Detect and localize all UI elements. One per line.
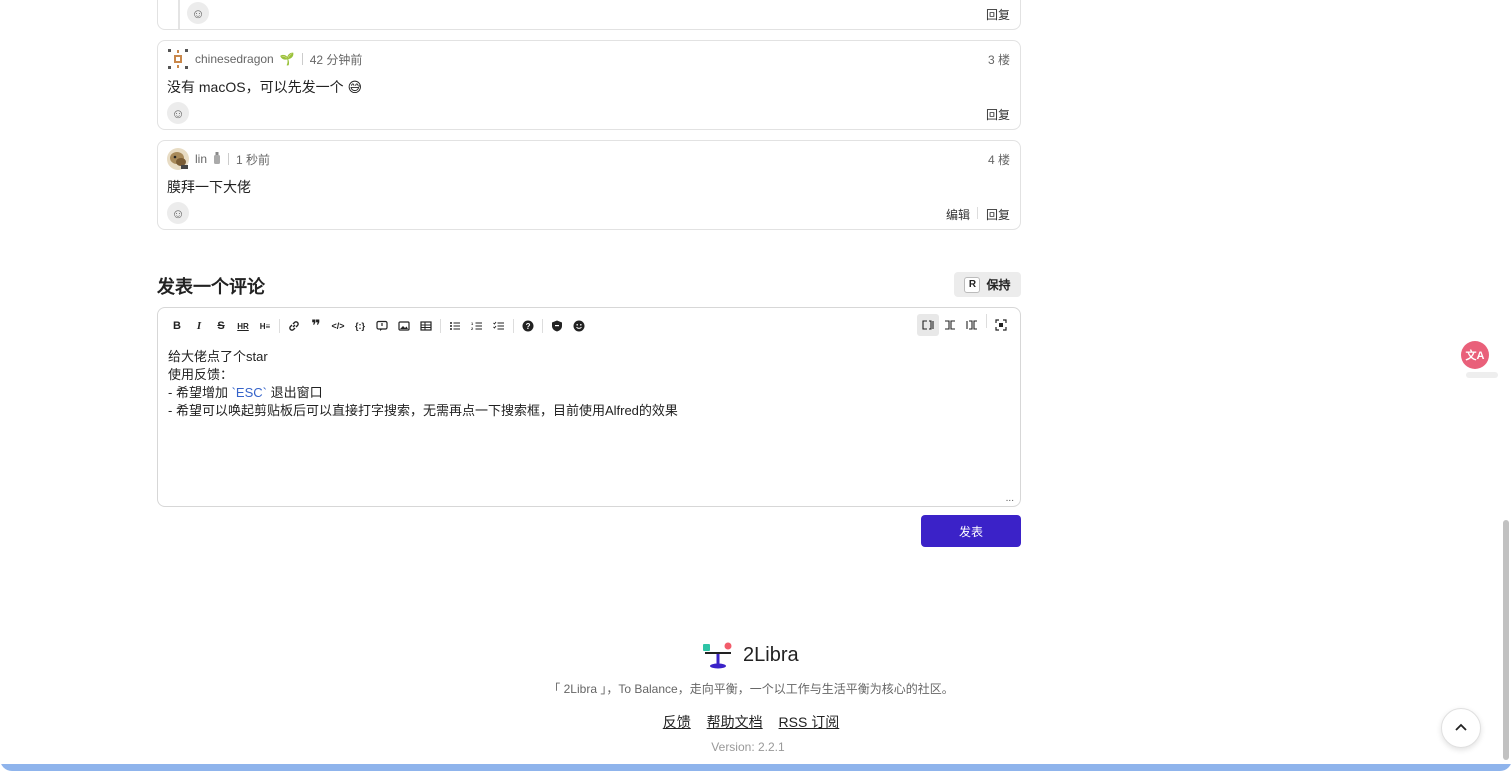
comment-text: 膜拜一下大佬 xyxy=(167,179,251,195)
comment-text: 没有 macOS，可以先发一个 😅 xyxy=(167,79,363,95)
editor-line: 给大佬点了个star xyxy=(168,349,268,364)
help-icon[interactable]: ? xyxy=(517,315,539,337)
comment-time: 1 秒前 xyxy=(236,152,271,167)
quote-icon[interactable]: ❞ xyxy=(305,315,327,337)
quote-bar xyxy=(178,0,180,29)
version-text: Version: 2.2.1 xyxy=(711,740,785,754)
hr-icon[interactable]: HR xyxy=(232,315,254,337)
svg-text:2: 2 xyxy=(471,326,474,331)
comment-header: lin 1 秒前 xyxy=(167,148,270,170)
toolbar-divider xyxy=(279,319,280,333)
comment-editor[interactable]: B I S HR H≡ ❞ </> {:} 1 2 ? 给大佬点了个star 使… xyxy=(157,307,1021,507)
shortcut-key: R xyxy=(964,276,981,293)
emoji-reaction-button[interactable]: ☺ xyxy=(187,2,209,24)
toolbar-divider xyxy=(542,319,543,333)
toolbar-divider xyxy=(440,319,441,333)
comment-icon[interactable] xyxy=(371,315,393,337)
bottle-icon xyxy=(213,151,221,167)
fullscreen-icon[interactable] xyxy=(990,314,1012,336)
footer-tagline: 「 2Libra 」，To Balance，走向平衡，一个以工作与生活平衡为核心… xyxy=(548,682,954,696)
preview-mode-icon[interactable] xyxy=(961,314,983,336)
seedling-icon: 🌱 xyxy=(279,52,295,66)
composer-title: 发表一个评论 xyxy=(157,277,265,297)
divider xyxy=(228,153,230,165)
image-icon[interactable] xyxy=(393,315,415,337)
comment-card-4: lin 1 秒前 4 楼 膜拜一下大佬 ☺ 编辑 回复 xyxy=(157,140,1021,230)
scrollbar[interactable] xyxy=(1503,520,1509,760)
editor-toolbar: B I S HR H≡ ❞ </> {:} 1 2 ? xyxy=(166,314,1012,338)
translate-tab[interactable] xyxy=(1466,372,1498,378)
footer-links: 反馈 帮助文档 RSS 订阅 xyxy=(0,712,1502,732)
divider xyxy=(977,207,978,219)
feedback-link[interactable]: 反馈 xyxy=(663,714,691,730)
translate-icon[interactable]: 文A xyxy=(1461,341,1489,369)
footer-logo[interactable]: 2Libra xyxy=(703,641,799,669)
bold-icon[interactable]: B xyxy=(166,315,188,337)
ordered-list-icon[interactable]: 12 xyxy=(466,315,488,337)
editor-mode-group xyxy=(917,314,1012,336)
emoji-icon[interactable] xyxy=(568,315,590,337)
comment-card-partial: ☺ 回复 xyxy=(157,0,1021,30)
emoji-reaction-button[interactable]: ☺ xyxy=(167,202,189,224)
site-name: 2Libra xyxy=(743,643,799,666)
inline-code-icon[interactable]: </> xyxy=(327,315,349,337)
logo-icon xyxy=(703,642,732,669)
editor-content[interactable]: 给大佬点了个star 使用反馈： - 希望增加 `ESC` 退出窗口 - 希望可以唤起… xyxy=(168,348,678,420)
editor-line: 使用反馈： xyxy=(168,367,234,382)
comment-header: chinesedragon 🌱 42 分钟前 xyxy=(167,48,362,70)
reply-button[interactable]: 回复 xyxy=(986,106,1010,123)
svg-text:?: ? xyxy=(526,322,531,331)
toolbar-divider xyxy=(986,314,987,328)
username[interactable]: chinesedragon xyxy=(195,52,274,66)
link-icon[interactable] xyxy=(283,315,305,337)
inline-code: `ESC` xyxy=(231,385,267,400)
avatar[interactable] xyxy=(167,148,189,170)
comment-card-3: chinesedragon 🌱 42 分钟前 3 楼 没有 macOS，可以先发… xyxy=(157,40,1021,130)
table-icon[interactable] xyxy=(415,315,437,337)
avatar[interactable] xyxy=(167,48,189,70)
back-to-top-button[interactable] xyxy=(1441,708,1481,748)
divider xyxy=(301,53,303,65)
editor-line-suffix: 退出窗口 xyxy=(266,385,323,400)
edit-button[interactable]: 编辑 xyxy=(946,206,970,223)
keep-label: 保持 xyxy=(986,278,1011,292)
keep-button[interactable]: R 保持 xyxy=(954,272,1021,297)
bullet-list-icon[interactable] xyxy=(444,315,466,337)
page: ☺ 回复 chinesedragon 🌱 42 分钟前 3 楼 没有 macOS… xyxy=(0,0,1512,771)
italic-icon[interactable]: I xyxy=(188,315,210,337)
username[interactable]: lin xyxy=(195,152,207,166)
task-list-icon[interactable] xyxy=(488,315,510,337)
bottom-bar xyxy=(0,764,1512,771)
reply-button[interactable]: 回复 xyxy=(986,206,1010,223)
reply-button[interactable]: 回复 xyxy=(986,6,1010,23)
heading-icon[interactable]: H≡ xyxy=(254,315,276,337)
comment-time: 42 分钟前 xyxy=(309,52,363,67)
submit-button[interactable]: 发表 xyxy=(921,515,1021,547)
split-mode-icon[interactable] xyxy=(939,314,961,336)
resize-handle[interactable]: ... xyxy=(1006,493,1014,504)
floor-number[interactable]: 3 楼 xyxy=(988,51,1010,68)
editor-line: - 希望增加 `ESC` 退出窗口 xyxy=(168,384,678,402)
editor-line-prefix: - 希望增加 xyxy=(168,385,232,400)
floor-number[interactable]: 4 楼 xyxy=(988,151,1010,168)
chevron-up-icon xyxy=(1455,723,1467,731)
help-docs-link[interactable]: 帮助文档 xyxy=(707,714,763,730)
code-block-icon[interactable]: {:} xyxy=(349,315,371,337)
emoji-reaction-button[interactable]: ☺ xyxy=(167,102,189,124)
shield-icon[interactable] xyxy=(546,315,568,337)
rss-link[interactable]: RSS 订阅 xyxy=(779,714,840,730)
toolbar-divider xyxy=(513,319,514,333)
edit-mode-icon[interactable] xyxy=(917,314,939,336)
strike-icon[interactable]: S xyxy=(210,315,232,337)
editor-line: - 希望可以唤起剪贴板后可以直接打字搜索，无需再点一下搜索框，目前使用Alfre… xyxy=(168,403,678,418)
